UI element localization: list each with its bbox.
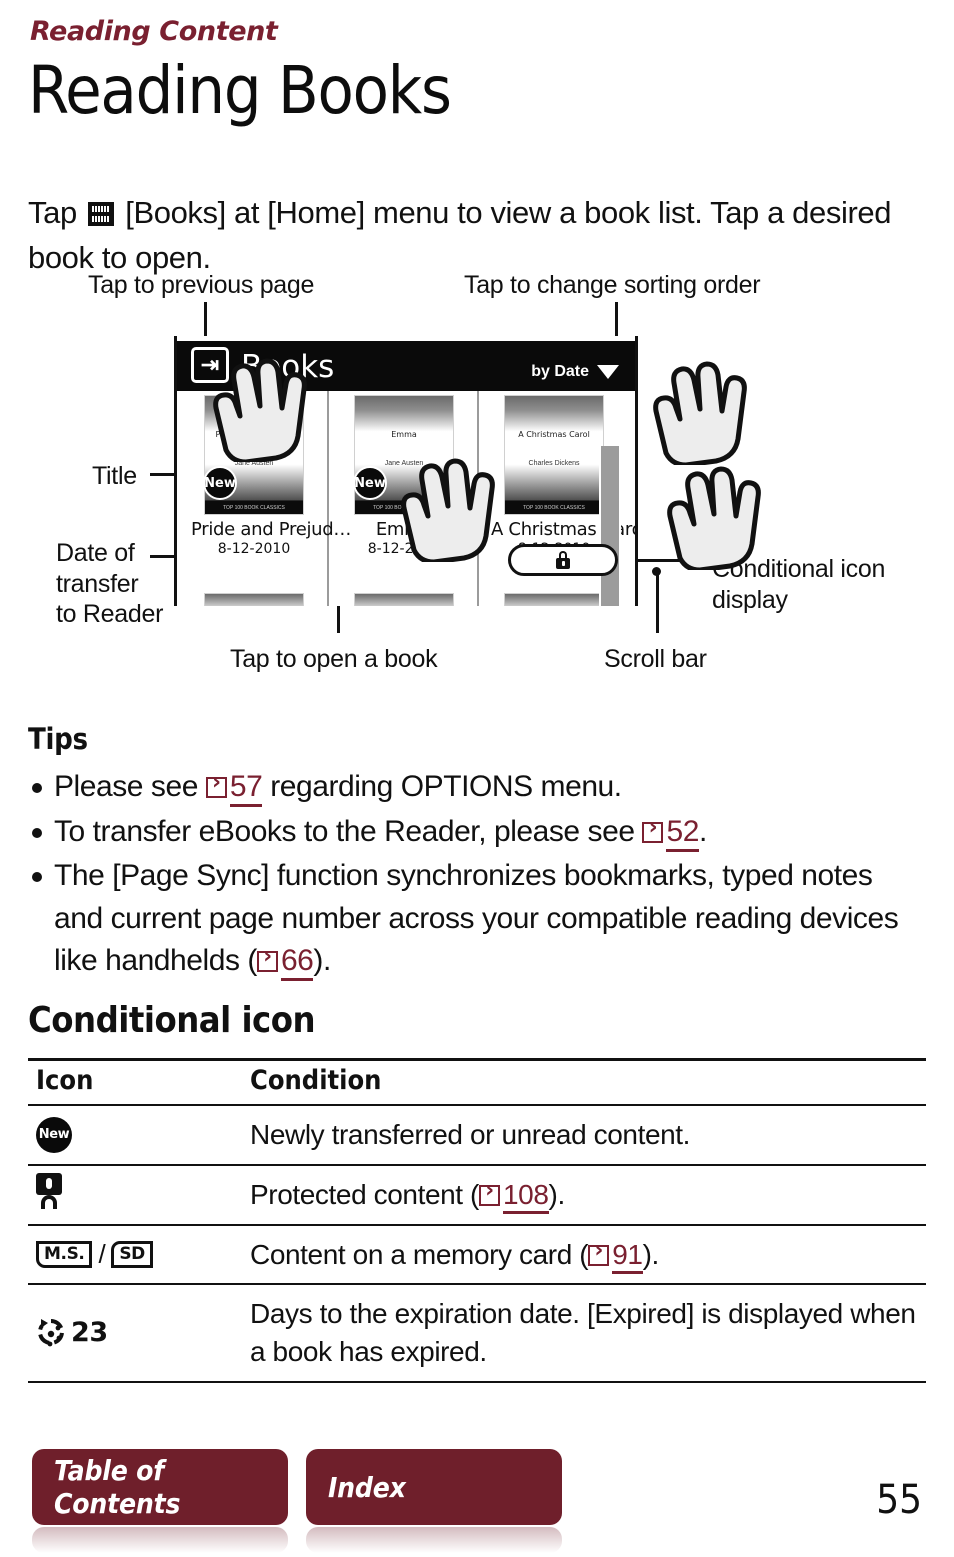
reference-arrow-icon	[642, 817, 664, 843]
tip-text-post: regarding OPTIONS menu.	[270, 770, 622, 803]
book-cover-next-row	[204, 593, 304, 606]
tip-item: To transfer eBooks to the Reader, please…	[28, 811, 918, 854]
page-reference[interactable]: 57	[205, 770, 263, 807]
figure-label-scroll-bar: Scroll bar	[604, 645, 707, 673]
slash-separator: /	[98, 1238, 106, 1269]
sd-card-label: SD	[111, 1240, 153, 1269]
condition-text-post: ).	[642, 1238, 660, 1270]
table-row: 23 Days to the expiration date. [Expired…	[28, 1284, 926, 1383]
book-cover-next-row	[504, 593, 604, 606]
chevron-down-icon[interactable]	[597, 365, 619, 379]
scroll-bar[interactable]	[599, 446, 621, 606]
table-header-row: Icon Condition	[28, 1058, 926, 1106]
book-title: Pride and Prejud…	[191, 519, 352, 540]
tip-text-post: ).	[313, 944, 331, 978]
condition-text: Days to the expiration date. [Expired] i…	[250, 1298, 916, 1368]
leader-dot-scroll	[652, 567, 661, 576]
page-reference[interactable]: 108	[478, 1178, 549, 1214]
section-kicker: Reading Content	[30, 16, 278, 47]
cover-footer: TOP 100 BOOK CLASSICS	[223, 504, 285, 511]
lock-icon	[556, 551, 570, 569]
condition-text: Protected content (	[250, 1178, 479, 1210]
cover-footer: TOP 100 BOOK CLASSICS	[523, 504, 585, 511]
cover-title: Emma	[391, 430, 417, 439]
cell-condition: Content on a memory card ( 91).	[242, 1224, 926, 1286]
cell-icon: M.S. / SD	[28, 1224, 242, 1286]
intro-text-before: Tap	[28, 195, 77, 230]
memory-stick-label: M.S.	[36, 1240, 93, 1269]
figure-label-tap-previous: Tap to previous page	[88, 271, 315, 299]
tip-text-pre: The [Page Sync] function synchronizes bo…	[54, 859, 899, 978]
cell-condition: Days to the expiration date. [Expired] i…	[242, 1284, 926, 1383]
figure-book-list: Tap to previous page Tap to change sorti…	[0, 258, 954, 698]
page-reference[interactable]: 91	[588, 1238, 643, 1274]
toc-button-shadow	[32, 1527, 288, 1553]
book-cover-next-row	[354, 593, 454, 606]
reference-arrow-icon	[478, 1180, 500, 1206]
new-badge-icon: New	[36, 1116, 72, 1153]
tip-item: Please see 57 regarding OPTIONS menu.	[28, 766, 918, 809]
page-reference[interactable]: 52	[642, 814, 699, 852]
reference-page-number: 52	[666, 814, 699, 852]
column-header-icon: Icon	[28, 1058, 242, 1106]
page-number: 55	[876, 1477, 922, 1523]
manual-page: Reading Content Reading Books Tap [Books…	[0, 0, 954, 1557]
reference-page-number: 66	[280, 944, 314, 982]
book-cover: A Christmas Carol Charles Dickens TOP 10…	[504, 395, 604, 515]
grid-separator	[327, 391, 329, 606]
new-badge-icon: New	[203, 466, 237, 500]
conditional-icon-table: Icon Condition New Newly transferred or …	[28, 1058, 926, 1383]
conditional-icon-heading: Conditional icon	[28, 1000, 316, 1041]
index-button-shadow	[306, 1527, 562, 1553]
sort-order-value[interactable]: by Date	[531, 363, 589, 381]
cell-icon	[28, 1164, 242, 1226]
book-date: 8-12-2010	[217, 541, 291, 557]
reference-page-number: 91	[612, 1238, 643, 1274]
reference-page-number: 108	[502, 1178, 549, 1214]
index-button[interactable]: Index	[306, 1449, 562, 1525]
pointing-hand-icon	[396, 450, 506, 562]
table-row: Protected content ( 108).	[28, 1164, 926, 1226]
expiration-icon: 23	[36, 1315, 242, 1351]
cell-condition: Newly transferred or unread content.	[242, 1105, 926, 1166]
cell-icon: 23	[28, 1284, 242, 1383]
page-reference[interactable]: 66	[256, 944, 314, 982]
figure-label-title: Title	[92, 462, 137, 490]
reference-arrow-icon	[205, 772, 227, 798]
reference-arrow-icon	[256, 946, 278, 973]
new-badge-icon: New	[353, 466, 387, 500]
expiration-days: 23	[71, 1316, 108, 1348]
page-footer: Table of Contents Index 55	[0, 1417, 954, 1557]
cell-condition: Protected content ( 108).	[242, 1164, 926, 1226]
table-row: New Newly transferred or unread content.	[28, 1105, 926, 1166]
memory-card-icon: M.S. / SD	[36, 1237, 242, 1272]
tip-text-pre: Please see	[54, 770, 198, 803]
tip-text-post: .	[698, 814, 707, 848]
condition-text-post: ).	[548, 1178, 566, 1210]
condition-text: Newly transferred or unread content.	[250, 1119, 691, 1150]
pointing-hand-icon	[208, 350, 318, 462]
leader-line-scroll	[656, 571, 659, 633]
pointing-hand-icon	[648, 353, 758, 465]
reference-page-number: 57	[229, 770, 263, 807]
page-title: Reading Books	[28, 52, 452, 129]
reference-arrow-icon	[588, 1240, 610, 1266]
tip-text-pre: To transfer eBooks to the Reader, please…	[54, 814, 635, 848]
conditional-icon-callout	[508, 544, 618, 576]
cover-author: Charles Dickens	[528, 460, 580, 467]
tip-item: The [Page Sync] function synchronizes bo…	[28, 855, 918, 983]
figure-label-tap-open: Tap to open a book	[230, 645, 438, 673]
cell-icon: New	[28, 1105, 242, 1166]
figure-label-tap-sorting: Tap to change sorting order	[464, 271, 761, 299]
cover-title: A Christmas Carol	[518, 430, 590, 439]
tips-list: Please see 57 regarding OPTIONS menu. To…	[28, 766, 918, 985]
bookshelf-icon	[88, 202, 115, 226]
tips-heading: Tips	[28, 722, 88, 756]
condition-text: Content on a memory card (	[250, 1238, 589, 1270]
table-row: M.S. / SD Content on a memory card ( 91).	[28, 1224, 926, 1286]
table-of-contents-button[interactable]: Table of Contents	[32, 1449, 288, 1525]
column-header-condition: Condition	[242, 1058, 926, 1106]
pointing-hand-icon	[662, 458, 772, 570]
expiration-clock-glyph	[38, 1319, 64, 1347]
